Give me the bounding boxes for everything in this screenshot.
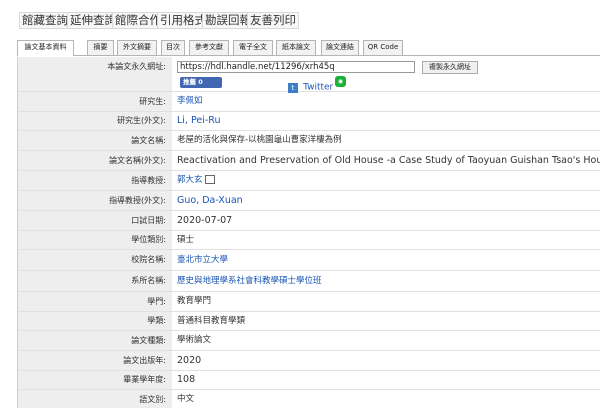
title-en-value: Reactivation and Preservation of Old Hou…: [177, 155, 600, 166]
title-value: 老屋的活化與保存-以桃園龜山曹家洋樓為例: [177, 135, 342, 145]
tab-fulltext[interactable]: 電子全文: [233, 40, 273, 55]
advisor-en-link[interactable]: Guo, Da-Xuan: [177, 191, 600, 210]
language-row: 語文別: 中文: [18, 390, 600, 408]
author-en-row: 研究生(外文): Li, Pei-Ru: [18, 112, 600, 131]
degree-value: 碩士: [177, 235, 195, 245]
department-row: 系所名稱: 歷史與地理學系社會科教學碩士學位班: [18, 271, 600, 292]
advisor-label: 指導教授:: [18, 171, 172, 190]
facebook-like-label: 推薦 0: [183, 78, 203, 86]
pub-year-row: 論文出版年: 2020: [18, 351, 600, 371]
pub-year-label: 論文出版年:: [18, 351, 172, 370]
tab-bar: 論文基本資料 摘要 外文摘要 目次 參考文獻 電子全文 紙本論文 論文連結 QR…: [17, 40, 600, 56]
advisor-link[interactable]: 郭大玄: [177, 175, 203, 185]
twitter-label: Twitter: [303, 82, 334, 93]
tab-abstract[interactable]: 摘要: [87, 40, 114, 55]
thesis-type-row: 論文種類: 學術論文: [18, 331, 600, 351]
line-share-icon[interactable]: ◉: [335, 76, 346, 87]
advisor-cell: 郭大玄: [177, 171, 600, 190]
category-row: 學類: 普通科目教育學類: [18, 312, 600, 331]
copy-permalink-button[interactable]: 複製永久網址: [422, 61, 478, 74]
language-value: 中文: [177, 394, 195, 404]
advisor-en-label: 指導教授(外文):: [18, 191, 172, 210]
thesis-type-label: 論文種類:: [18, 331, 172, 350]
grad-year-row: 畢業學年度: 108: [18, 371, 600, 390]
department-label: 系所名稱:: [18, 271, 172, 291]
title-en-row: 論文名稱(外文): Reactivation and Preservation …: [18, 151, 600, 171]
tab-toc[interactable]: 目次: [161, 40, 185, 55]
author-en-link[interactable]: Li, Pei-Ru: [177, 112, 600, 130]
thesis-details: 本論文永久網址: https://hdl.handle.net/11296/xr…: [17, 57, 600, 408]
discipline-value: 教育學門: [177, 296, 212, 306]
title-en-label: 論文名稱(外文):: [18, 151, 172, 170]
school-row: 校院名稱: 臺北市立大學: [18, 250, 600, 271]
pub-year-value: 2020: [177, 355, 202, 366]
tab-references[interactable]: 參考文獻: [189, 40, 229, 55]
discipline-label: 學門:: [18, 292, 172, 311]
degree-label: 學位類別:: [18, 231, 172, 249]
advisor-row: 指導教授: 郭大玄: [18, 171, 600, 191]
discipline-row: 學門: 教育學門: [18, 292, 600, 312]
degree-row: 學位類別: 碩士: [18, 231, 600, 250]
language-label: 語文別:: [18, 390, 172, 408]
department-link[interactable]: 歷史與地理學系社會科教學碩士學位班: [177, 271, 600, 291]
tab-foreign-abstract[interactable]: 外文摘要: [117, 40, 157, 55]
author-label: 研究生:: [18, 92, 172, 111]
defense-date-value: 2020-07-07: [177, 215, 233, 226]
tab-print-thesis[interactable]: 紙本論文: [276, 40, 316, 55]
school-link[interactable]: 臺北市立大學: [177, 250, 600, 270]
facebook-like-button[interactable]: 推薦 0: [180, 77, 222, 88]
category-label: 學類:: [18, 312, 172, 330]
title-label: 論文名稱:: [18, 131, 172, 150]
tab-qr-code[interactable]: QR Code: [363, 40, 403, 55]
author-row: 研究生: 李佩如: [18, 92, 600, 112]
permalink-row: 本論文永久網址: https://hdl.handle.net/11296/xr…: [18, 57, 600, 93]
school-label: 校院名稱:: [18, 250, 172, 270]
tab-basic-info[interactable]: 論文基本資料: [17, 40, 74, 56]
print-friendly-button[interactable]: 友善列印: [247, 12, 299, 29]
grad-year-value: 108: [177, 374, 196, 385]
grad-year-label: 畢業學年度:: [18, 371, 172, 389]
twitter-share-button[interactable]: t Twitter: [288, 77, 333, 93]
title-row: 論文名稱: 老屋的活化與保存-以桃園龜山曹家洋樓為例: [18, 131, 600, 151]
permalink-input[interactable]: https://hdl.handle.net/11296/xrh45q: [177, 61, 415, 73]
thesis-type-value: 學術論文: [177, 335, 212, 345]
tab-thesis-links[interactable]: 論文連結: [321, 40, 359, 55]
advisor-profile-icon[interactable]: [204, 175, 215, 184]
twitter-icon: t: [288, 82, 298, 93]
action-toolbar: 館藏查詢 延伸查詢 館際合作 引用格式 勘誤回報 友善列印: [0, 0, 600, 38]
permalink-label: 本論文永久網址:: [18, 57, 172, 91]
defense-date-row: 口試日期: 2020-07-07: [18, 211, 600, 231]
advisor-en-row: 指導教授(外文): Guo, Da-Xuan: [18, 191, 600, 211]
holdings-search-button[interactable]: 館藏查詢: [19, 12, 71, 29]
author-en-label: 研究生(外文):: [18, 112, 172, 130]
defense-date-label: 口試日期:: [18, 211, 172, 230]
author-link[interactable]: 李佩如: [177, 92, 600, 111]
category-value: 普通科目教育學類: [177, 316, 246, 326]
